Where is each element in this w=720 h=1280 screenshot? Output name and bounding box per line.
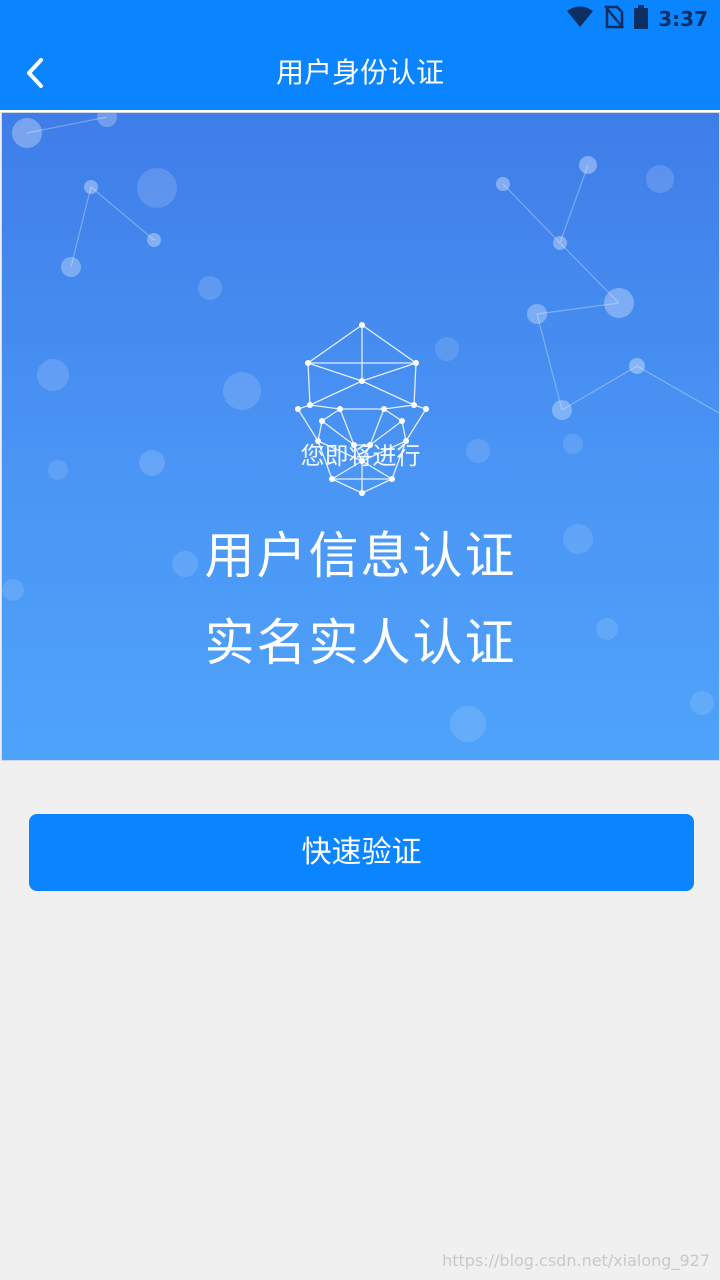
no-sim-icon — [604, 5, 625, 33]
status-bar: 3:37 — [0, 0, 720, 36]
quick-verify-button[interactable]: 快速验证 — [29, 814, 694, 891]
banner-line-real-name: 实名实人认证 — [204, 614, 517, 672]
watermark: https://blog.csdn.net/xialong_927 — [442, 1251, 710, 1270]
status-time: 3:37 — [658, 7, 708, 31]
verification-banner: 您即将进行 用户信息认证 实名实人认证 — [1, 112, 720, 761]
wifi-icon — [566, 6, 594, 32]
app-bar: 用户身份认证 — [0, 36, 720, 112]
status-icons: 3:37 — [566, 5, 708, 33]
page-title: 用户身份认证 — [275, 56, 444, 89]
banner-line-user-info: 用户信息认证 — [204, 527, 517, 585]
battery-icon — [634, 5, 649, 33]
banner-intro: 您即将进行 — [300, 442, 421, 470]
